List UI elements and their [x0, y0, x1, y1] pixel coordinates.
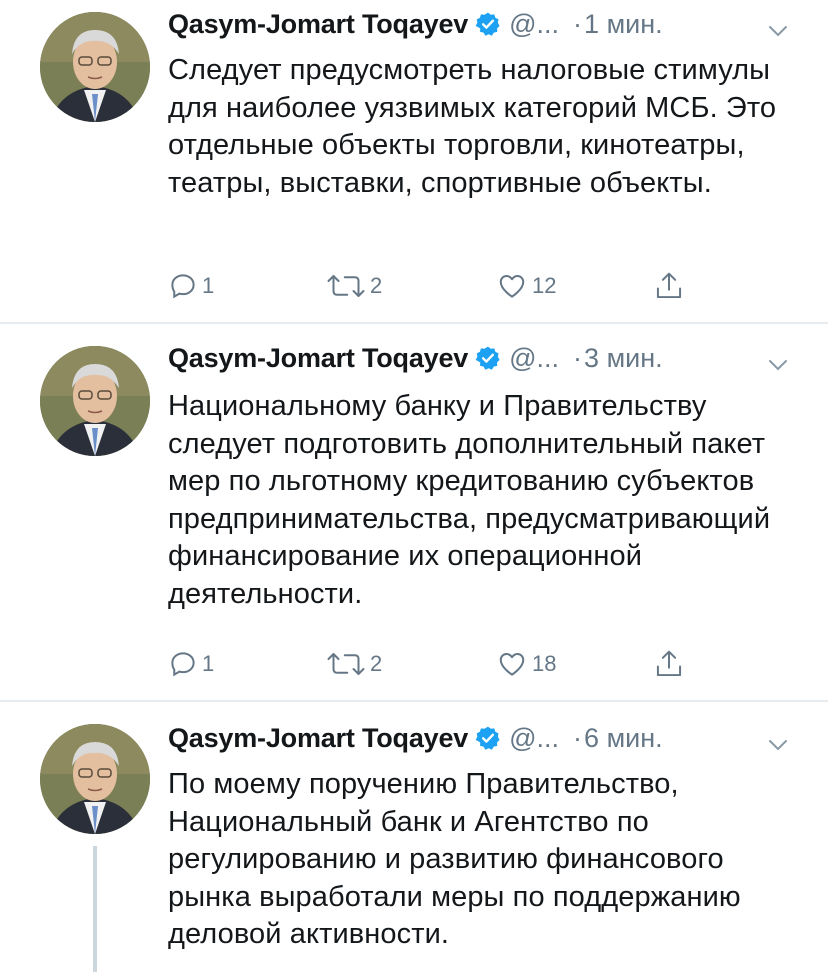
- share-button[interactable]: [654, 644, 684, 684]
- reply-button[interactable]: 1: [168, 644, 214, 684]
- tweet-header: Qasym-Jomart Toqayev @... · 3 мин.: [168, 338, 788, 378]
- like-icon: [499, 653, 525, 676]
- tweet-text: Следует предусмотреть налоговые стимулы …: [168, 54, 777, 199]
- retweet-icon: [327, 275, 365, 297]
- separator-dot: ·: [573, 342, 583, 373]
- separator-dot: ·: [573, 8, 583, 39]
- reply-count: 1: [202, 651, 215, 676]
- author-name[interactable]: Qasym-Jomart Toqayev: [168, 9, 468, 40]
- retweet-icon: [327, 653, 365, 675]
- like-button[interactable]: 18: [496, 644, 556, 684]
- tweet-header: Qasym-Jomart Toqayev @... · 6 мин.: [168, 718, 788, 758]
- retweet-button[interactable]: 2: [326, 266, 382, 306]
- retweet-count: 2: [370, 273, 383, 298]
- reply-icon: [171, 274, 195, 299]
- verified-badge-icon: [475, 345, 501, 371]
- chevron-down-icon[interactable]: [768, 14, 788, 45]
- tweet-timestamp[interactable]: 1 мин.: [584, 9, 663, 40]
- tweet-3[interactable]: Qasym-Jomart Toqayev @... · 6 мин. По мо…: [0, 700, 828, 972]
- tweet-header: Qasym-Jomart Toqayev @... · 1 мин.: [168, 4, 788, 44]
- reply-icon: [171, 652, 195, 677]
- verified-badge-icon: [475, 11, 501, 37]
- tweet-actions: 1 2 18: [168, 644, 708, 684]
- retweet-count: 2: [370, 651, 383, 676]
- reply-button[interactable]: 1: [168, 266, 214, 306]
- tweet-2[interactable]: Qasym-Jomart Toqayev @... · 3 мин. Нацио…: [0, 322, 828, 702]
- tweet-1[interactable]: Qasym-Jomart Toqayev @... · 1 мин. Следу…: [0, 0, 828, 324]
- like-count: 12: [532, 273, 557, 298]
- avatar[interactable]: [40, 346, 150, 456]
- share-icon: [656, 650, 682, 677]
- separator-dot: ·: [573, 722, 583, 753]
- avatar[interactable]: [40, 12, 150, 122]
- share-button[interactable]: [654, 266, 684, 306]
- author-handle[interactable]: @...: [509, 723, 559, 754]
- tweet-text: Национальному банку и Правительству след…: [168, 390, 771, 610]
- share-icon: [656, 272, 682, 299]
- avatar[interactable]: [40, 724, 150, 834]
- tweet-text: По моему поручению Правительство, Национ…: [168, 768, 741, 950]
- chevron-down-icon[interactable]: [768, 728, 788, 759]
- thread-connector-line: [93, 846, 97, 972]
- tweet-timestamp[interactable]: 6 мин.: [584, 723, 663, 754]
- retweet-button[interactable]: 2: [326, 644, 382, 684]
- like-button[interactable]: 12: [496, 266, 556, 306]
- author-name[interactable]: Qasym-Jomart Toqayev: [168, 343, 468, 374]
- verified-badge-icon: [475, 725, 501, 751]
- tweet-actions: 1 2 12: [168, 266, 708, 306]
- author-handle[interactable]: @...: [509, 9, 559, 40]
- chevron-down-icon[interactable]: [768, 348, 788, 379]
- author-name[interactable]: Qasym-Jomart Toqayev: [168, 723, 468, 754]
- author-handle[interactable]: @...: [509, 343, 559, 374]
- tweet-timestamp[interactable]: 3 мин.: [584, 343, 663, 374]
- like-icon: [499, 275, 525, 298]
- reply-count: 1: [202, 273, 215, 298]
- like-count: 18: [532, 651, 557, 676]
